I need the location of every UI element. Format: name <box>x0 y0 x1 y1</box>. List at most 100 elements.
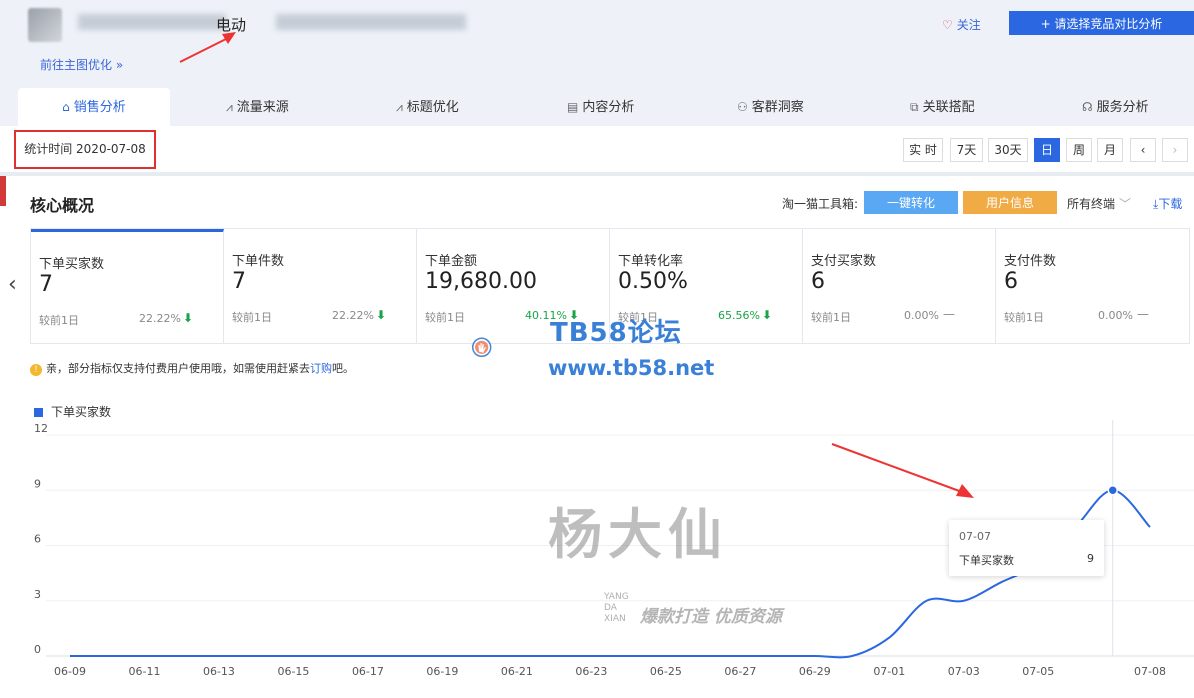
x-tick-label: 06-11 <box>128 665 160 678</box>
compare-competitor-button[interactable]: + 请选择竞品对比分析 <box>1009 11 1194 35</box>
metric-label: 支付买家数 <box>811 254 877 269</box>
pinyin-line: YANG <box>604 592 629 602</box>
download-link[interactable]: ⤓下载 <box>1153 195 1182 212</box>
tooltip-label: 下单买家数 <box>959 554 1014 567</box>
tab-label: 关联搭配 <box>922 100 975 115</box>
terminal-select-value: 所有终端 <box>1067 197 1116 211</box>
metric-card-pay-buyers[interactable]: 支付买家数 6 较前1日 0.00% — <box>803 229 996 343</box>
metric-value: 6 <box>811 269 825 294</box>
arrow-down-icon: ⬇ <box>761 308 772 322</box>
subscribe-link[interactable]: 订购 <box>310 362 332 375</box>
download-label: 下载 <box>1158 197 1183 211</box>
y-tick-label: 12 <box>34 422 48 435</box>
x-tick-label: 06-15 <box>277 665 309 678</box>
forum-watermark-url: www.tb58.net <box>548 356 715 380</box>
cards-prev-arrow[interactable]: ‹ <box>8 272 17 297</box>
metric-value: 7 <box>232 269 246 294</box>
section-divider <box>0 172 1194 176</box>
metric-compare-label: 较前1日 <box>425 311 465 324</box>
notice-suffix: 吧。 <box>332 362 354 375</box>
range-day-button[interactable]: 日 <box>1034 138 1060 162</box>
tab-audience-insight[interactable]: ⚇ 客群洞察 <box>737 88 804 126</box>
tab-label: 标题优化 <box>406 100 459 115</box>
tab-traffic-source[interactable]: ⩘ 流量来源 <box>226 88 289 126</box>
follow-button[interactable]: ♡ 关注 <box>942 16 981 33</box>
tab-label: 内容分析 <box>582 100 635 115</box>
user-info-button[interactable]: 用户信息 <box>963 191 1057 214</box>
metric-card-order-items[interactable]: 下单件数 7 较前1日 22.22% ⬇ <box>224 229 417 343</box>
metric-card-order-buyers[interactable]: 下单买家数 7 较前1日 22.22% ⬇ <box>31 229 224 343</box>
link-icon: ⧉ <box>910 100 919 114</box>
x-tick-label: 06-27 <box>724 665 756 678</box>
range-week-button[interactable]: 周 <box>1066 138 1092 162</box>
metric-change-pct: 0.00% <box>1098 309 1133 322</box>
metric-value: 7 <box>39 272 53 297</box>
metric-label: 支付件数 <box>1004 254 1057 269</box>
stat-time-label: 统计时间 2020-07-08 <box>14 130 156 169</box>
y-tick-label: 6 <box>34 533 41 546</box>
chart-legend[interactable]: 下单买家数 <box>34 403 111 420</box>
paid-feature-notice: ! 亲，部分指标仅支持付费用户使用哦，如需使用赶紧去订购吧。 <box>30 360 354 376</box>
tab-content-analysis[interactable]: ▤ 内容分析 <box>567 88 634 126</box>
tab-sales-analysis[interactable]: ⌂ 销售分析 <box>18 88 170 126</box>
headset-icon: ☊ <box>1082 100 1093 114</box>
heart-icon: ♡ <box>942 18 953 32</box>
prev-date-button[interactable]: ‹ <box>1130 138 1156 162</box>
pinyin-line: XIAN <box>604 614 626 624</box>
hover-point <box>1107 485 1119 496</box>
range-30d-button[interactable]: 30天 <box>988 138 1028 162</box>
x-tick-label: 07-05 <box>1022 665 1054 678</box>
range-month-button[interactable]: 月 <box>1097 138 1123 162</box>
metric-value: 0.50% <box>618 269 688 294</box>
tab-related-matching[interactable]: ⧉ 关联搭配 <box>910 88 975 126</box>
flat-dash-icon: — <box>943 307 955 321</box>
product-title-blurred-suffix <box>276 14 466 30</box>
toolbox-label: 淘一猫工具箱: <box>782 197 859 211</box>
product-title[interactable]: 电动 <box>216 14 246 35</box>
forum-watermark-title: TB58论坛 <box>550 318 682 348</box>
core-overview-title: 核心概况 <box>30 196 95 215</box>
y-tick-label: 9 <box>34 477 41 490</box>
y-tick-label: 0 <box>34 643 41 656</box>
x-tick-label: 06-25 <box>650 665 682 678</box>
brand-watermark-slogan: 爆款打造 优质资源 <box>640 607 782 627</box>
metric-card-pay-items[interactable]: 支付件数 6 较前1日 0.00% — <box>996 229 1189 343</box>
analysis-tabs: ⌂ 销售分析 ⩘ 流量来源 ⩘ 标题优化 ▤ 内容分析 ⚇ 客群洞察 ⧉ 关联搭配 ☊ 服务分… <box>0 88 1194 126</box>
tab-label: 服务分析 <box>1096 100 1149 115</box>
pinyin-line: DA <box>604 603 617 613</box>
x-tick-label: 06-23 <box>575 665 607 678</box>
metric-compare-label: 较前1日 <box>1004 311 1044 324</box>
metric-compare-label: 较前1日 <box>811 311 851 324</box>
forum-logo-icon <box>471 337 492 358</box>
trend-icon: ⩘ <box>226 100 233 114</box>
range-realtime-button[interactable]: 实 时 <box>903 138 943 162</box>
tab-label: 销售分析 <box>73 100 126 115</box>
product-title-blurred-prefix <box>78 14 226 30</box>
y-tick-label: 3 <box>34 588 41 601</box>
document-icon: ▤ <box>567 100 579 114</box>
tab-label: 流量来源 <box>236 100 289 115</box>
terminal-select[interactable]: 所有终端 ﹀ <box>1067 195 1131 212</box>
legend-swatch <box>34 408 43 417</box>
users-icon: ⚇ <box>737 100 748 114</box>
x-tick-label: 06-29 <box>799 665 831 678</box>
metric-change-pct: 22.22% <box>139 312 181 325</box>
goto-main-image-link[interactable]: 前往主图优化 » <box>40 56 123 73</box>
notice-text: 亲，部分指标仅支持付费用户使用哦，如需使用赶紧去 <box>46 362 310 375</box>
tooltip-value: 9 <box>1087 552 1094 565</box>
metric-value: 6 <box>1004 269 1018 294</box>
warning-icon: ! <box>30 364 42 376</box>
tab-title-optimization[interactable]: ⩘ 标题优化 <box>396 88 459 126</box>
x-tick-label: 06-21 <box>501 665 533 678</box>
arrow-down-icon: ⬇ <box>375 308 386 322</box>
x-tick-label: 07-01 <box>873 665 905 678</box>
x-tick-label: 06-13 <box>203 665 235 678</box>
shop-icon: ⌂ <box>62 100 70 114</box>
follow-label: 关注 <box>956 18 981 32</box>
one-click-convert-button[interactable]: 一键转化 <box>864 191 958 214</box>
range-7d-button[interactable]: 7天 <box>950 138 983 162</box>
tab-service-analysis[interactable]: ☊ 服务分析 <box>1082 88 1149 126</box>
product-thumbnail[interactable] <box>28 8 62 42</box>
x-tick-label: 06-17 <box>352 665 384 678</box>
next-date-button[interactable]: › <box>1162 138 1188 162</box>
